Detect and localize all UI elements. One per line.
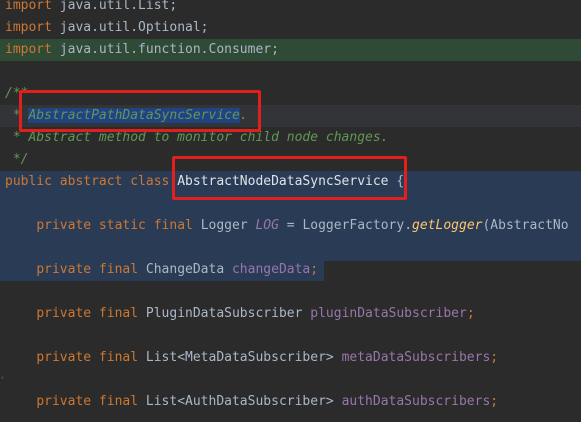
code-line-blank[interactable] (0, 325, 581, 347)
field-name: metaDataSubscribers (341, 350, 491, 365)
code-line-class-declaration[interactable]: public abstract class AbstractNodeDataSy… (0, 171, 581, 193)
semicolon: ; (310, 262, 319, 277)
import-path: java.util.List; (51, 0, 178, 13)
code-line-import-optional[interactable]: import java.util.Optional; (0, 17, 581, 39)
field-modifiers: private final (36, 350, 146, 365)
code-line-blank[interactable] (0, 369, 581, 391)
field-type: ChangeData (145, 262, 232, 277)
code-line-change-data[interactable]: private final ChangeData changeData; (0, 259, 324, 281)
field-type: Logger (200, 218, 256, 233)
javadoc-star: * (5, 108, 29, 123)
code-line-blank[interactable] (0, 61, 581, 83)
field-modifiers: private static final (36, 218, 201, 233)
field-name: changeData (231, 262, 311, 277)
fold-marker-icon[interactable]: ‹ (0, 374, 5, 382)
method-call: getLogger (412, 218, 483, 233)
code-line-import-consumer[interactable]: import java.util.function.Consumer; (0, 39, 581, 61)
class-name: AbstractNodeDataSyncService (177, 174, 389, 189)
javadoc-period: . (239, 108, 248, 123)
field-name: pluginDataSubscriber (310, 306, 467, 321)
code-line-import-list[interactable]: import java.util.List; (0, 0, 581, 17)
code-line-javadoc-close[interactable]: */ (0, 149, 581, 171)
keyword-import: import (5, 0, 52, 13)
field-modifiers: private final (36, 262, 146, 277)
semicolon: ; (490, 350, 499, 365)
assignment: = LoggerFactory. (278, 218, 413, 233)
code-line-blank[interactable] (0, 237, 581, 261)
field-type: PluginDataSubscriber (145, 306, 311, 321)
code-line-blank[interactable] (0, 281, 581, 303)
code-editor[interactable]: import java.util.List; import java.util.… (0, 0, 581, 422)
code-line-logger[interactable]: private static final Logger LOG = Logger… (0, 215, 581, 237)
import-path: java.util.function.Consumer; (51, 42, 279, 57)
code-line-blank[interactable] (0, 193, 581, 217)
import-path: java.util.Optional; (51, 20, 209, 35)
class-brace: { (388, 174, 405, 189)
javadoc-open: /** (5, 86, 29, 101)
field-type: List<AuthDataSubscriber> (145, 394, 342, 409)
code-line-auth-subscribers[interactable]: private final List<AuthDataSubscriber> a… (0, 391, 581, 413)
keyword-import: import (5, 20, 52, 35)
field-type: List<MetaDataSubscriber> (145, 350, 342, 365)
keyword-import: import (5, 42, 52, 57)
field-modifiers: private final (36, 394, 146, 409)
javadoc-close: */ (5, 152, 29, 167)
semicolon: ; (466, 306, 475, 321)
class-modifiers: public abstract class (5, 174, 178, 189)
code-line-javadoc-open[interactable]: /** (0, 83, 581, 105)
code-line-meta-subscribers[interactable]: private final List<MetaDataSubscriber> m… (0, 347, 581, 369)
javadoc-class-name: AbstractPathDataSyncService (28, 108, 240, 123)
semicolon: ; (490, 394, 499, 409)
field-name: LOG (255, 218, 279, 233)
code-line-plugin-subscriber[interactable]: private final PluginDataSubscriber plugi… (0, 303, 581, 325)
field-name: authDataSubscribers (341, 394, 491, 409)
call-args: (AbstractNo (482, 218, 569, 233)
field-modifiers: private final (36, 306, 146, 321)
code-line-javadoc-name[interactable]: * AbstractPathDataSyncService. (0, 105, 581, 127)
javadoc-description: * Abstract method to monitor child node … (5, 130, 389, 145)
code-line-javadoc-description[interactable]: * Abstract method to monitor child node … (0, 127, 581, 149)
